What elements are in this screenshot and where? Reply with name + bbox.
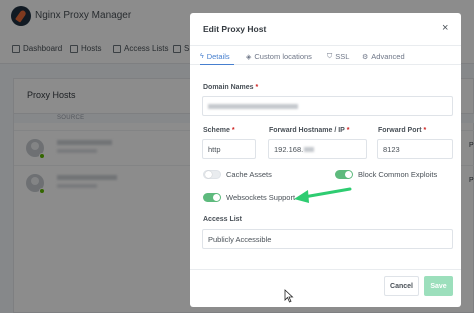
forward-host-input[interactable]: 192.168. [268,139,367,159]
tab-custom-locations[interactable]: ◈ Custom locations [246,52,312,61]
layers-icon: ◈ [246,53,252,61]
shield-icon: ⛉ [327,52,333,60]
toggle-switch[interactable] [203,193,221,202]
bolt-icon: ϟ [200,53,204,60]
forward-port-label: Forward Port * [378,127,426,134]
tab-advanced[interactable]: ⚙ Advanced [362,52,405,61]
tab-label: Details [206,52,230,61]
toggle-switch[interactable] [335,170,353,179]
scheme-value: http [208,144,221,154]
access-list-select[interactable]: Publicly Accessible [202,229,453,249]
tab-label: SSL [335,52,350,61]
modal-title: Edit Proxy Host [203,24,267,34]
modal-footer-divider [190,269,461,270]
redacted-ip-suffix [304,146,315,152]
annotation-arrow-icon [294,187,352,203]
required-mark: * [255,84,259,91]
gear-icon: ⚙ [362,53,369,61]
toggle-label: Websockets Support [226,193,296,202]
tab-label: Custom locations [254,52,312,61]
domain-names-input[interactable] [202,96,453,116]
tab-ssl[interactable]: ⛉ SSL [327,52,349,61]
cancel-button[interactable]: Cancel [384,276,419,296]
block-exploits-toggle[interactable]: Block Common Exploits [335,170,437,179]
save-button[interactable]: Save [424,276,453,296]
forward-port-input[interactable]: 8123 [377,139,453,159]
scheme-input[interactable]: http [202,139,256,159]
label-text: Scheme [203,127,230,134]
forward-host-label: Forward Hostname / IP * [269,127,349,134]
label-text: Domain Names [203,84,254,91]
cache-assets-toggle[interactable]: Cache Assets [203,170,272,179]
access-list-value: Publicly Accessible [208,234,272,244]
mouse-cursor-icon [284,289,294,303]
toggle-knob [213,194,220,201]
scheme-label: Scheme * [203,127,235,134]
close-icon[interactable]: × [442,22,448,34]
tab-details[interactable]: ϟ Details [200,52,230,61]
edit-proxy-host-modal: Edit Proxy Host × ϟ Details ◈ Custom loc… [190,13,461,307]
toggle-knob [345,171,352,178]
toggle-knob [205,171,212,178]
websockets-toggle[interactable]: Websockets Support [203,193,295,202]
toggle-label: Cache Assets [226,170,272,179]
required-mark: * [231,127,235,134]
forward-host-value: 192.168. [274,144,304,154]
tab-label: Advanced [371,52,405,61]
active-tab-indicator [200,64,234,65]
required-mark: * [346,127,350,134]
access-list-label: Access List [203,216,242,223]
label-text: Forward Hostname / IP [269,127,345,134]
label-text: Forward Port [378,127,422,134]
forward-port-value: 8123 [383,144,400,154]
redacted-domain-value [208,103,298,109]
required-mark: * [423,127,427,134]
domain-names-label: Domain Names * [203,84,258,91]
modal-tabs: ϟ Details ◈ Custom locations ⛉ SSL ⚙ Adv… [190,45,461,65]
toggle-switch[interactable] [203,170,221,179]
toggle-label: Block Common Exploits [358,170,438,179]
